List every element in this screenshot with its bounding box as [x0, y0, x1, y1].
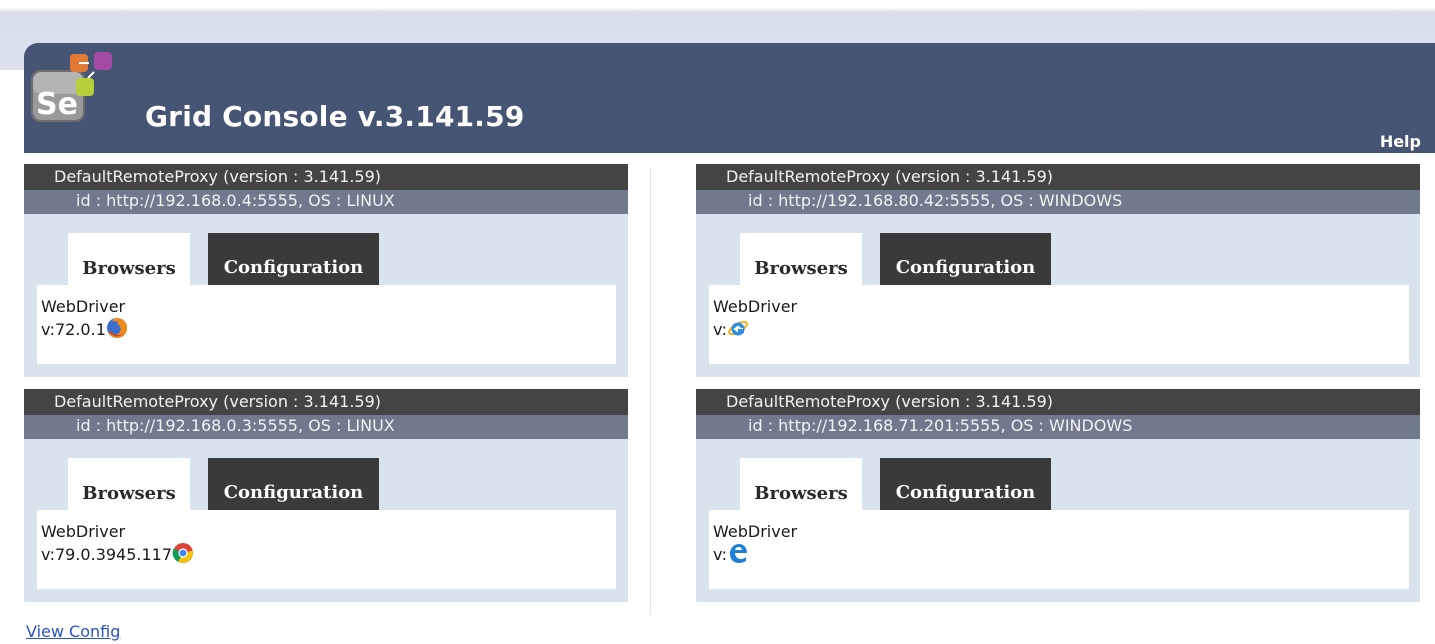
browsers-panel: WebDriver v:	[709, 510, 1409, 589]
edge-icon[interactable]	[727, 542, 749, 564]
help-link[interactable]: Help	[1380, 132, 1421, 151]
proxy-id: id : http://192.168.80.42:5555, OS : WIN…	[696, 190, 1420, 214]
browsers-panel: WebDriver v:	[709, 285, 1409, 364]
driver-version: v:	[713, 545, 727, 564]
proxy-card: DefaultRemoteProxy (version : 3.141.59) …	[24, 164, 628, 377]
driver-version-row: v:	[713, 317, 1409, 339]
tab-configuration[interactable]: Configuration	[880, 233, 1051, 285]
driver-version: v:72.0.1	[41, 320, 106, 339]
driver-version-row: v:72.0.1	[41, 317, 616, 339]
column-divider	[650, 167, 651, 615]
driver-version: v:	[713, 320, 727, 339]
proxy-id: id : http://192.168.0.4:5555, OS : LINUX	[24, 190, 628, 214]
proxy-title: DefaultRemoteProxy (version : 3.141.59)	[24, 389, 628, 415]
selenium-logo: Se	[31, 52, 112, 122]
tab-browsers[interactable]: Browsers	[68, 233, 190, 285]
driver-name: WebDriver	[713, 522, 798, 541]
driver-name: WebDriver	[41, 297, 126, 316]
browsers-panel: WebDriver v:79.0.3945.117	[37, 510, 616, 589]
driver-version-row: v:	[713, 542, 1409, 564]
driver-version-row: v:79.0.3945.117	[41, 542, 616, 564]
tab-browsers[interactable]: Browsers	[740, 458, 862, 510]
proxy-body: Browsers Configuration WebDriver v:	[696, 214, 1420, 377]
driver-version: v:79.0.3945.117	[41, 545, 173, 564]
firefox-icon[interactable]	[106, 317, 128, 339]
view-config-link[interactable]: View Config	[26, 622, 120, 641]
driver-name: WebDriver	[713, 297, 798, 316]
proxy-id: id : http://192.168.0.3:5555, OS : LINUX	[24, 415, 628, 439]
tab-browsers[interactable]: Browsers	[68, 458, 190, 510]
tab-configuration[interactable]: Configuration	[880, 458, 1051, 510]
header-bar	[24, 43, 1435, 153]
proxy-title: DefaultRemoteProxy (version : 3.141.59)	[696, 164, 1420, 190]
page-title: Grid Console v.3.141.59	[145, 100, 525, 133]
proxy-card: DefaultRemoteProxy (version : 3.141.59) …	[696, 164, 1420, 377]
tab-configuration[interactable]: Configuration	[208, 233, 379, 285]
tab-browsers[interactable]: Browsers	[740, 233, 862, 285]
proxy-card: DefaultRemoteProxy (version : 3.141.59) …	[24, 389, 628, 602]
driver-name: WebDriver	[41, 522, 126, 541]
proxy-id: id : http://192.168.71.201:5555, OS : WI…	[696, 415, 1420, 439]
proxy-body: Browsers Configuration WebDriver v:	[696, 439, 1420, 602]
chrome-icon[interactable]	[172, 542, 194, 564]
proxy-title: DefaultRemoteProxy (version : 3.141.59)	[696, 389, 1420, 415]
proxy-body: Browsers Configuration WebDriver v:72.0.…	[24, 214, 628, 377]
logo-text: Se	[36, 87, 78, 122]
internet-explorer-icon[interactable]	[727, 317, 749, 339]
browsers-panel: WebDriver v:72.0.1	[37, 285, 616, 364]
tab-configuration[interactable]: Configuration	[208, 458, 379, 510]
proxy-card: DefaultRemoteProxy (version : 3.141.59) …	[696, 389, 1420, 602]
proxy-title: DefaultRemoteProxy (version : 3.141.59)	[24, 164, 628, 190]
proxy-body: Browsers Configuration WebDriver v:79.0.…	[24, 439, 628, 602]
